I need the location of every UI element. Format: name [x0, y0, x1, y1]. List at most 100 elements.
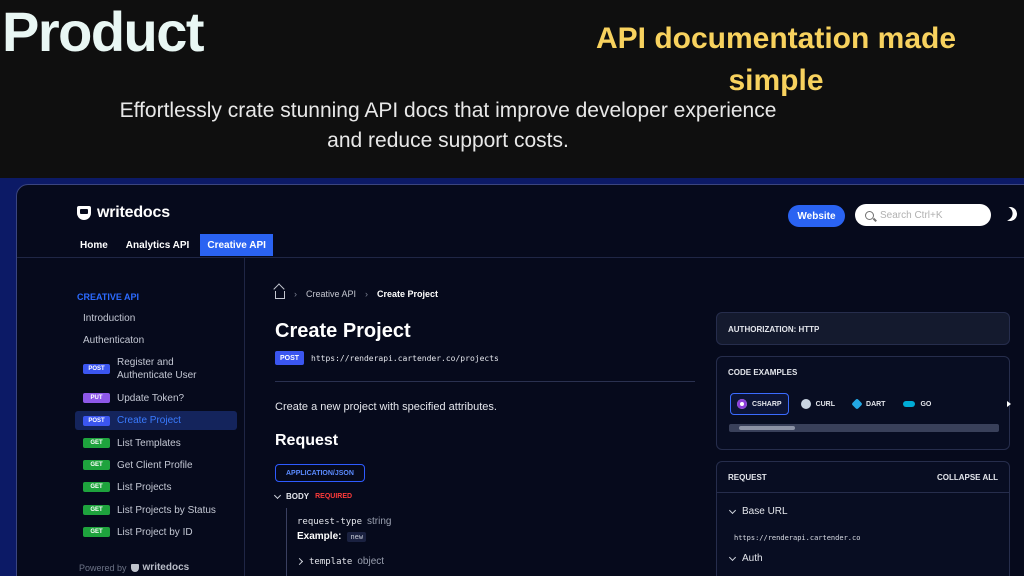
sidebar-item-get-client-profile[interactable]: GET Get Client Profile: [75, 456, 237, 474]
chevron-right-icon: [295, 557, 304, 566]
field-type: object: [357, 556, 385, 567]
auth-toggle[interactable]: Auth: [728, 553, 763, 564]
sidebar-item-list-projects-by-status[interactable]: GET List Projects by Status: [75, 501, 237, 519]
base-url-toggle[interactable]: Base URL: [728, 506, 788, 517]
csharp-icon: [737, 399, 747, 409]
search-input[interactable]: [880, 209, 980, 221]
lang-tab-curl[interactable]: CURL: [795, 393, 841, 415]
screenshot-stage: writedocs Website Home Analytics API Cre…: [0, 178, 1024, 576]
sidebar-item-authentication[interactable]: Authenticaton: [75, 331, 237, 349]
sidebar-item-label: Update Token?: [117, 392, 185, 404]
code-examples-label: CODE EXAMPLES: [728, 368, 798, 377]
method-badge-post: POST: [275, 351, 304, 365]
request-heading: Request: [275, 432, 339, 449]
dart-icon: [851, 398, 863, 410]
breadcrumb-item[interactable]: Creative API: [306, 289, 356, 299]
field-example: Example: new: [297, 531, 367, 542]
chevron-right-icon: ›: [365, 288, 369, 299]
scrollbar-thumb[interactable]: [739, 426, 795, 430]
chevron-right-icon: ›: [294, 288, 297, 299]
endpoint-url: https://renderapi.cartender.co/projects: [311, 353, 499, 363]
request-panel: REQUEST COLLAPSE ALL Base URL https://re…: [716, 461, 1010, 576]
curl-icon: [800, 399, 811, 409]
sidebar-item-label: List Projects by Status: [117, 504, 216, 516]
divider: [275, 381, 695, 382]
field-name: request-type: [297, 517, 363, 527]
sidebar-item-list-project-by-id[interactable]: GET List Project by ID: [75, 523, 237, 541]
method-badge-get: GET: [83, 527, 110, 537]
body-toggle[interactable]: BODY REQUIRED: [273, 491, 353, 501]
authorization-label: AUTHORIZATION: HTTP: [728, 325, 820, 334]
method-badge-get: GET: [83, 438, 110, 448]
divider: [717, 492, 1009, 493]
main-content: › Creative API › Create Project Create P…: [246, 258, 706, 576]
promo-tagline: API documentation made simple: [595, 22, 957, 97]
search-box[interactable]: [855, 204, 991, 226]
base-url-value: https://renderapi.cartender.co: [734, 534, 861, 542]
logo[interactable]: writedocs: [77, 204, 170, 222]
auth-label: Auth: [742, 553, 763, 564]
website-button[interactable]: Website: [788, 205, 845, 227]
method-badge-get: GET: [83, 482, 110, 492]
lang-label: DART: [866, 400, 886, 408]
field-name: template: [309, 556, 353, 567]
request-label: REQUEST: [728, 473, 767, 482]
sidebar-item-introduction[interactable]: Introduction: [75, 309, 237, 327]
search-icon: [865, 210, 874, 220]
tab-home[interactable]: Home: [73, 234, 115, 256]
breadcrumb: › Creative API › Create Project: [275, 288, 438, 299]
breadcrumb-current: Create Project: [377, 288, 439, 299]
horizontal-scrollbar[interactable]: [729, 424, 999, 432]
field-request-type: request-type string: [297, 516, 391, 527]
promo-description: Effortlessly crate stunning API docs tha…: [119, 99, 777, 152]
sidebar-section-title: CREATIVE API: [77, 292, 140, 302]
go-icon: [903, 401, 916, 407]
example-value: new: [347, 531, 367, 542]
home-icon[interactable]: [275, 291, 285, 299]
tab-analytics-api[interactable]: Analytics API: [119, 234, 197, 256]
powered-by[interactable]: Powered by writedocs: [79, 562, 189, 573]
sidebar-item-register-authenticate-user[interactable]: POST Register and Authenticate User: [75, 354, 237, 384]
scroll-right-arrow-icon[interactable]: [1007, 401, 1012, 407]
collapse-all-button[interactable]: COLLAPSE ALL: [937, 473, 998, 482]
field-template[interactable]: template object: [295, 556, 385, 567]
sidebar-item-label: List Project by ID: [117, 526, 193, 538]
sidebar-item-list-projects[interactable]: GET List Projects: [75, 478, 237, 496]
lang-tab-csharp[interactable]: CSHARP: [730, 393, 789, 415]
lang-label: CURL: [815, 400, 836, 408]
writedocs-logo-icon: [77, 206, 91, 220]
required-label: REQUIRED: [315, 493, 353, 500]
powered-by-brand: writedocs: [142, 562, 190, 573]
authorization-panel[interactable]: AUTHORIZATION: HTTP: [716, 312, 1010, 345]
sidebar-item-label: Authenticaton: [83, 334, 145, 346]
sidebar-item-update-token[interactable]: PUT Update Token?: [75, 389, 237, 407]
base-url-label: Base URL: [742, 506, 788, 517]
promo-banner: Product API documentation made simple Ef…: [0, 0, 1024, 178]
method-badge-get: GET: [83, 460, 110, 470]
method-badge-get: GET: [83, 505, 110, 515]
sidebar: CREATIVE API Introduction Authenticaton …: [17, 258, 245, 576]
method-badge-put: PUT: [83, 393, 110, 403]
sidebar-item-create-project[interactable]: POST Create Project: [75, 411, 237, 430]
page-title: Create Project: [275, 320, 411, 342]
sidebar-item-label: Introduction: [83, 312, 136, 324]
tree-line: [286, 508, 287, 576]
sidebar-item-label: List Projects: [117, 481, 172, 493]
sidebar-item-label: Get Client Profile: [117, 459, 193, 471]
endpoint-description: Create a new project with specified attr…: [275, 401, 497, 413]
content-type-button[interactable]: APPLICATION/JSON: [275, 464, 365, 482]
theme-toggle-moon-icon[interactable]: [1001, 205, 1019, 223]
sidebar-item-label: Register and Authenticate User: [117, 357, 197, 381]
app-window: writedocs Website Home Analytics API Cre…: [16, 184, 1024, 576]
tab-creative-api[interactable]: Creative API: [200, 234, 273, 256]
powered-by-label: Powered by: [79, 562, 127, 573]
code-examples-panel: CODE EXAMPLES CSHARP CURL DART GO: [716, 356, 1012, 450]
body-label: BODY: [286, 492, 310, 501]
lang-tab-dart[interactable]: DART: [847, 393, 891, 415]
sidebar-item-list-templates[interactable]: GET List Templates: [75, 434, 237, 452]
chevron-down-icon: [273, 491, 282, 500]
chevron-down-icon: [728, 553, 737, 562]
lang-tab-go[interactable]: GO: [897, 393, 937, 415]
chevron-down-icon: [728, 506, 737, 515]
lang-label: GO: [920, 400, 932, 408]
